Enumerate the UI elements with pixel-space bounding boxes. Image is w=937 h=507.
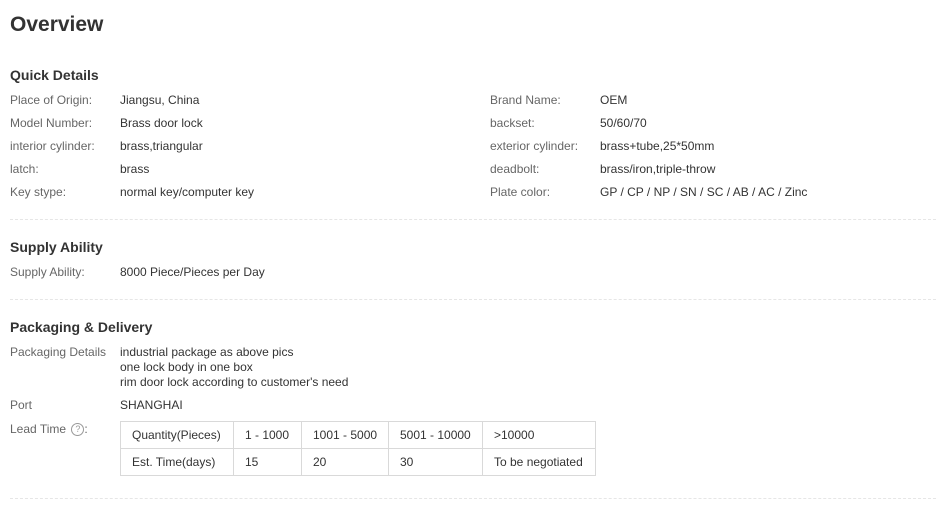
lead-time-table: Quantity(Pieces) 1 - 1000 1001 - 5000 50… — [120, 421, 596, 476]
detail-value: brass/iron,triple-throw — [600, 162, 716, 176]
packaging-line: industrial package as above pics — [120, 345, 294, 359]
detail-label: deadbolt: — [490, 162, 540, 176]
table-row: Est. Time(days) 15 20 30 To be negotiate… — [120, 448, 596, 476]
detail-label: Key stype: — [10, 185, 67, 199]
detail-label: Plate color: — [490, 185, 551, 199]
supply-ability-value: 8000 Piece/Pieces per Day — [120, 265, 265, 279]
section-divider — [10, 299, 936, 300]
detail-label: latch: — [10, 162, 39, 176]
detail-label: Place of Origin: — [10, 93, 93, 107]
product-overview: Overview Quick Details Place of Origin: … — [0, 0, 937, 507]
port-value: SHANGHAI — [120, 398, 183, 412]
detail-label: backset: — [490, 116, 535, 130]
detail-value: Brass door lock — [120, 116, 203, 130]
table-cell: Est. Time(days) — [120, 448, 234, 476]
lead-time-label: Lead Time — [10, 422, 67, 436]
detail-value: brass — [120, 162, 150, 176]
detail-value: 50/60/70 — [600, 116, 647, 130]
detail-label: exterior cylinder: — [490, 139, 579, 153]
page-title: Overview — [10, 13, 104, 36]
detail-label: Brand Name: — [490, 93, 561, 107]
table-row: Quantity(Pieces) 1 - 1000 1001 - 5000 50… — [120, 421, 596, 449]
detail-value: brass+tube,25*50mm — [600, 139, 715, 153]
table-cell: 1 - 1000 — [233, 421, 302, 449]
detail-label: interior cylinder: — [10, 139, 95, 153]
detail-value: OEM — [600, 93, 628, 107]
section-divider — [10, 219, 936, 220]
detail-value: Jiangsu, China — [120, 93, 200, 107]
packaging-line: rim door lock according to customer's ne… — [120, 375, 349, 389]
packaging-delivery-heading: Packaging & Delivery — [10, 319, 153, 335]
table-cell: >10000 — [482, 421, 596, 449]
detail-value: brass,triangular — [120, 139, 203, 153]
lead-time-label-wrap: Lead Time ?: — [10, 422, 88, 437]
quick-details-heading: Quick Details — [10, 67, 99, 83]
supply-ability-heading: Supply Ability — [10, 239, 103, 255]
table-cell: 15 — [233, 448, 302, 476]
table-cell: 5001 - 10000 — [388, 421, 483, 449]
supply-ability-label: Supply Ability: — [10, 265, 85, 279]
table-cell: Quantity(Pieces) — [120, 421, 234, 449]
detail-value: normal key/computer key — [120, 185, 255, 199]
packaging-details-value: industrial package as above pics one loc… — [120, 345, 348, 390]
table-cell: 1001 - 5000 — [301, 421, 389, 449]
table-cell: 20 — [301, 448, 389, 476]
detail-value: GP / CP / NP / SN / SC / AB / AC / Zinc — [600, 185, 808, 199]
detail-label: Model Number: — [10, 116, 93, 130]
packaging-details-label: Packaging Details — [10, 345, 107, 359]
packaging-line: one lock body in one box — [120, 360, 253, 374]
question-circle-icon[interactable]: ? — [71, 423, 85, 437]
table-cell: 30 — [388, 448, 483, 476]
port-label: Port — [10, 398, 33, 412]
section-divider — [10, 498, 936, 499]
table-cell: To be negotiated — [482, 448, 596, 476]
